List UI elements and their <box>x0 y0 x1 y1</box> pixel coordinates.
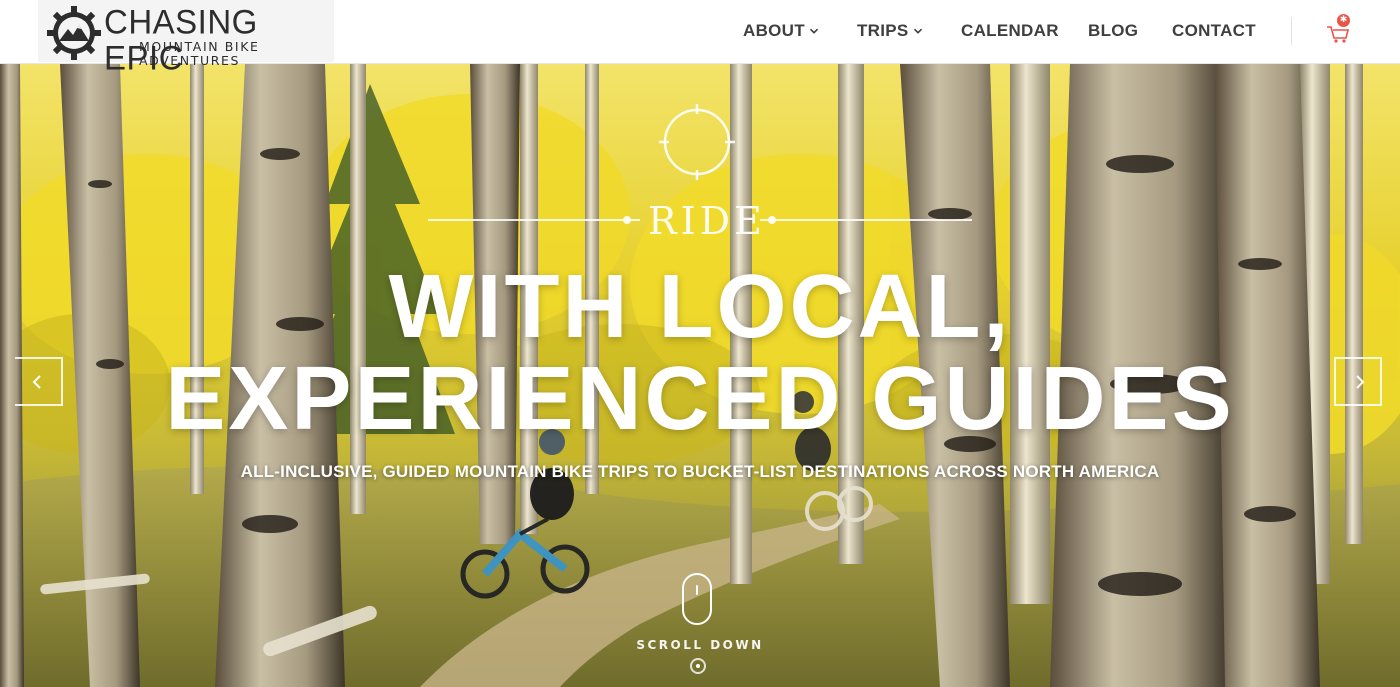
nav-item-calendar[interactable]: CALENDAR <box>961 21 1059 41</box>
slider-prev-button[interactable] <box>15 357 63 406</box>
nav-divider <box>1291 17 1292 45</box>
nav-item-blog[interactable]: BLOG <box>1088 21 1138 41</box>
nav-item-trips[interactable]: TRIPS <box>857 21 923 41</box>
site-header: CHASING EPIC MOUNTAIN BIKE ADVENTURES AB… <box>0 0 1400 75</box>
nav-about-label: ABOUT <box>743 21 805 40</box>
brand-subtitle: MOUNTAIN BIKE ADVENTURES <box>139 39 260 68</box>
eyebrow-dot-left <box>623 216 631 224</box>
slider-next-button[interactable] <box>1334 357 1382 406</box>
hero-eyebrow: RIDE <box>648 199 766 243</box>
gear-mountain-logo-icon <box>47 6 101 60</box>
hero-tagline: ALL-INCLUSIVE, GUIDED MOUNTAIN BIKE TRIP… <box>240 462 1160 481</box>
nav-blog-label: BLOG <box>1088 21 1139 40</box>
scroll-mouse-icon[interactable] <box>682 573 712 625</box>
headline-line-2: EXPERIENCED GUIDES <box>165 349 1235 449</box>
compass-emblem-icon <box>659 104 735 180</box>
chevron-right-icon <box>1356 375 1365 389</box>
scroll-down-label[interactable]: SCROLL DOWN <box>600 638 800 652</box>
nav-calendar-label: CALENDAR <box>961 21 1059 40</box>
hero-section: RIDE WITH LOCAL, EXPERIENCED GUIDES ALL-… <box>0 64 1400 687</box>
eyebrow-line-left <box>428 219 640 221</box>
chevron-down-icon <box>809 28 819 34</box>
nav-item-about[interactable]: ABOUT <box>743 21 819 41</box>
chevron-down-icon <box>913 28 922 34</box>
nav-item-contact[interactable]: CONTACT <box>1172 21 1256 41</box>
scroll-indicator-icon <box>690 658 706 674</box>
site-logo[interactable]: CHASING EPIC MOUNTAIN BIKE ADVENTURES <box>38 0 334 75</box>
headline-line-1: WITH LOCAL, <box>388 257 1012 357</box>
cart-count-badge: ✱ <box>1337 14 1350 27</box>
chevron-left-icon <box>32 375 41 389</box>
nav-contact-label: CONTACT <box>1172 21 1256 40</box>
eyebrow-line-right <box>760 219 972 221</box>
cart-button[interactable]: ✱ <box>1325 14 1355 44</box>
nav-trips-label: TRIPS <box>857 21 909 40</box>
hero-headline: WITH LOCAL, EXPERIENCED GUIDES <box>0 261 1400 445</box>
